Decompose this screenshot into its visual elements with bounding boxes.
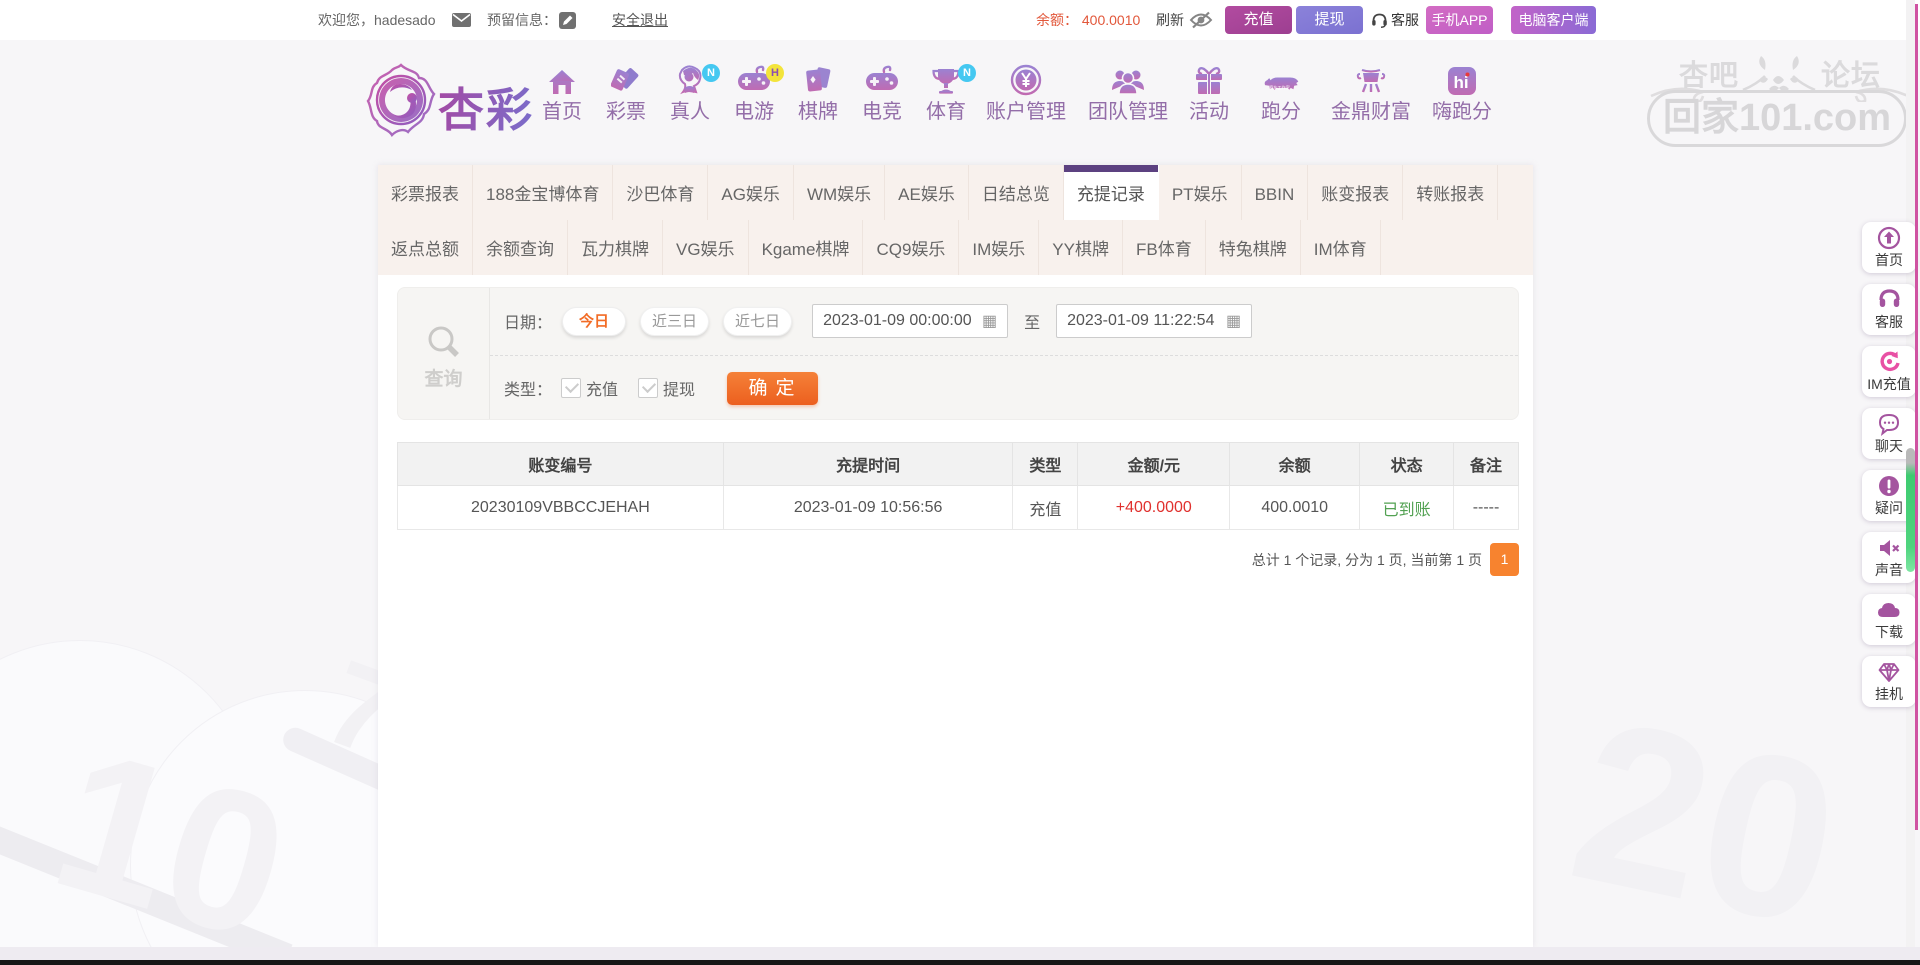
svg-text:赛车工作室: 赛车工作室 [1269, 84, 1290, 90]
